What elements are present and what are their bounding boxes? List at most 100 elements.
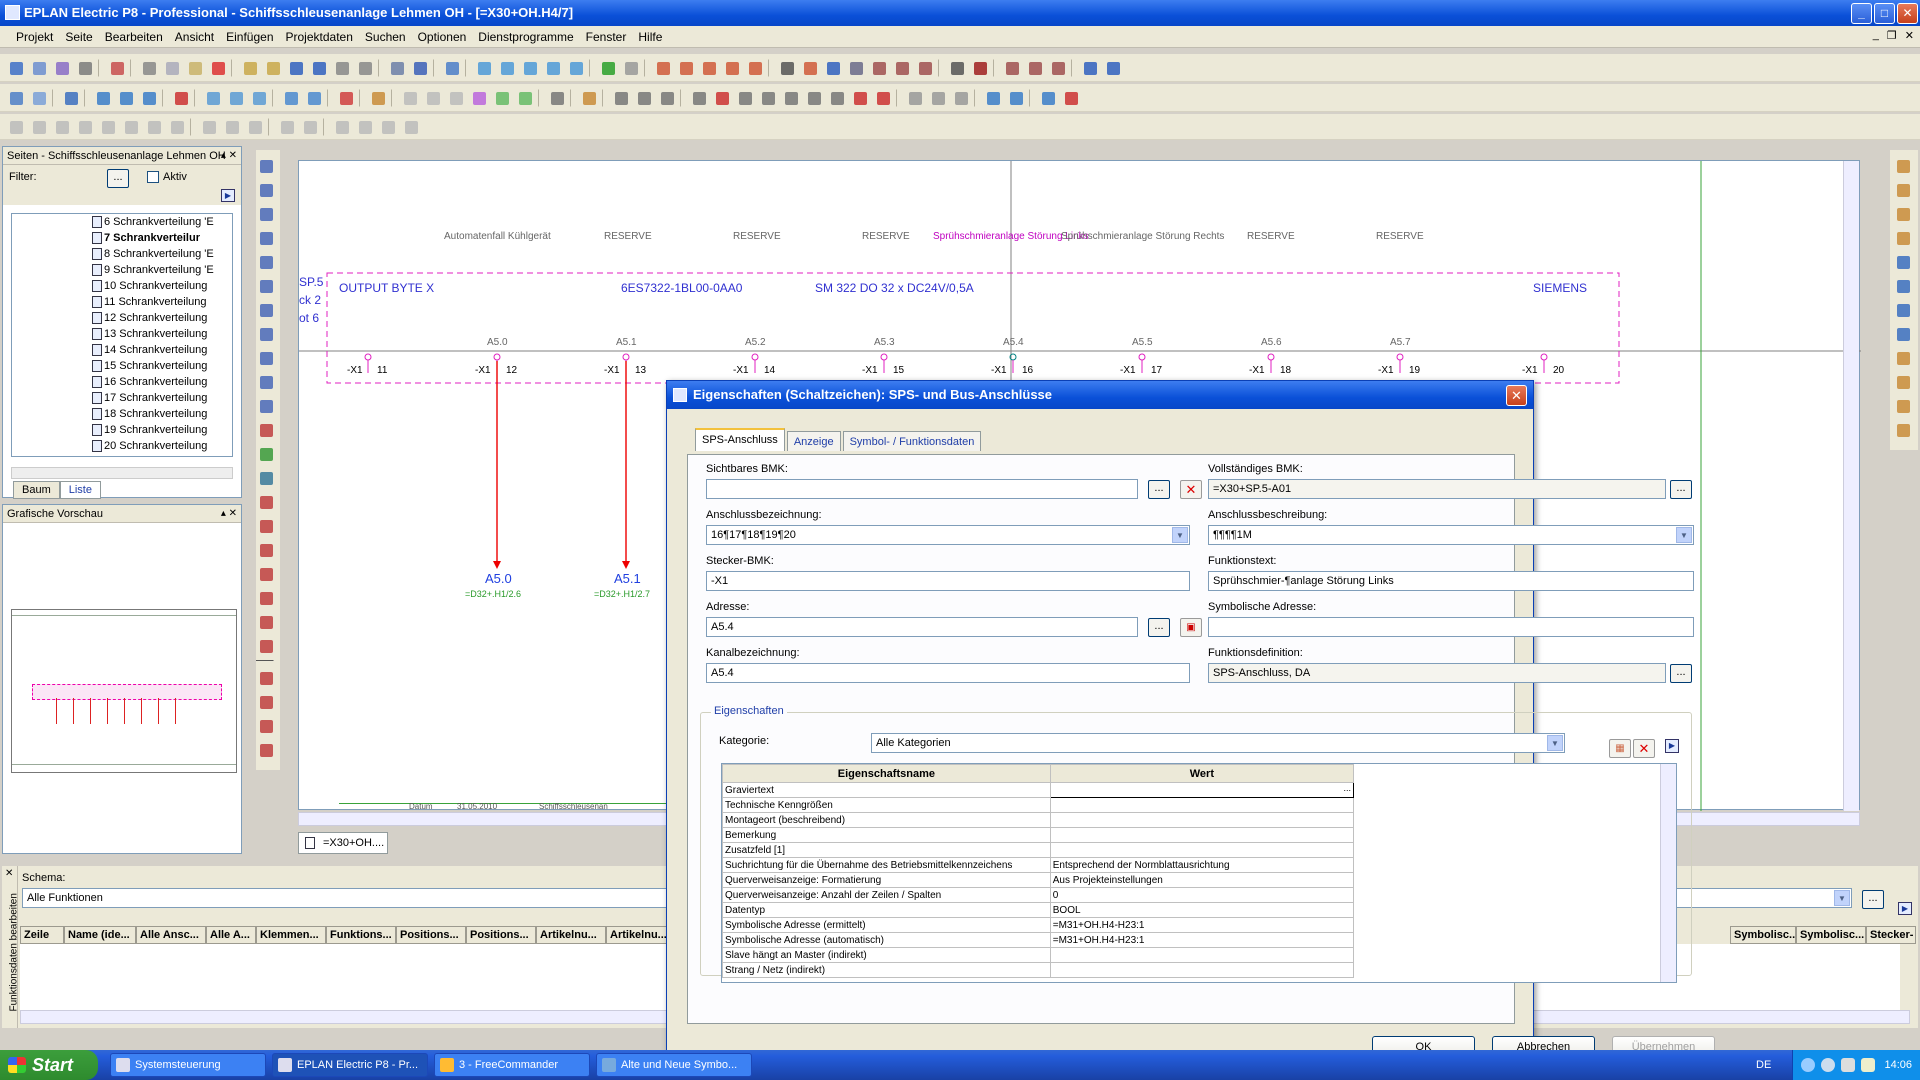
layout-g-icon[interactable] xyxy=(758,88,778,108)
maximize-button[interactable]: □ xyxy=(1874,3,1895,24)
table-row[interactable]: Datentyp BOOL xyxy=(722,902,1355,918)
graphic-editor-icon[interactable] xyxy=(410,58,430,78)
plc-address-icon[interactable]: ▣ xyxy=(1180,618,1202,637)
tab-baum[interactable]: Baum xyxy=(13,481,60,499)
adresse-button[interactable]: ... xyxy=(1148,618,1170,637)
layout-n-icon[interactable] xyxy=(928,88,948,108)
menu-optionen[interactable]: Optionen xyxy=(412,30,473,44)
properties-vscroll[interactable] xyxy=(1660,764,1676,982)
conn-c-icon[interactable] xyxy=(52,117,72,137)
conn-p-icon[interactable] xyxy=(378,117,398,137)
prop-value[interactable] xyxy=(1049,797,1355,813)
t-node-icon[interactable] xyxy=(256,668,276,688)
menu-bearbeiten[interactable]: Bearbeiten xyxy=(99,30,169,44)
polyline-icon[interactable] xyxy=(256,180,276,200)
plc-pin[interactable] xyxy=(622,353,630,361)
menu-hilfe[interactable]: Hilfe xyxy=(632,30,668,44)
ellipse-icon[interactable] xyxy=(256,372,276,392)
tree-page-10[interactable]: 10 Schrankverteilung xyxy=(12,278,232,294)
col-header[interactable]: Symbolisc... xyxy=(1730,926,1796,944)
page-preview-icon[interactable] xyxy=(29,88,49,108)
chevron-down-icon[interactable]: ▼ xyxy=(1172,527,1188,543)
number-c-icon[interactable] xyxy=(139,88,159,108)
table-row[interactable]: Suchrichtung für die Übernahme des Betri… xyxy=(722,857,1355,873)
forward-icon[interactable] xyxy=(621,58,641,78)
panel-pin-close[interactable]: ▴ ✕ xyxy=(221,147,237,165)
menu-projekt[interactable]: Projekt xyxy=(10,30,59,44)
conn-d-icon[interactable] xyxy=(75,117,95,137)
symbolische-adresse-field[interactable] xyxy=(1208,617,1694,637)
conn-g-icon[interactable] xyxy=(144,117,164,137)
dimension-b-icon[interactable] xyxy=(256,516,276,536)
plc-c-icon[interactable] xyxy=(249,88,269,108)
chevron-down-icon[interactable]: ▼ xyxy=(1547,735,1563,751)
tree-page-6[interactable]: 6 Schrankverteilung 'E xyxy=(12,214,232,230)
corner-c-icon[interactable] xyxy=(1893,204,1913,224)
task-freecommander[interactable]: 3 - FreeCommander xyxy=(434,1053,590,1077)
ortho-icon[interactable] xyxy=(823,58,843,78)
conn-m-icon[interactable] xyxy=(300,117,320,137)
table-row[interactable]: Graviertext... xyxy=(722,782,1355,798)
text-icon[interactable] xyxy=(256,420,276,440)
layout-o-icon[interactable] xyxy=(951,88,971,108)
conn-l-icon[interactable] xyxy=(277,117,297,137)
menu-projektdaten[interactable]: Projektdaten xyxy=(280,30,359,44)
angle-icon[interactable] xyxy=(256,636,276,656)
layout-e-icon[interactable] xyxy=(712,88,732,108)
template-f-icon[interactable] xyxy=(515,88,535,108)
tree-page-14[interactable]: 14 Schrankverteilung xyxy=(12,342,232,358)
mdi-minimize-button[interactable]: _ xyxy=(1873,29,1879,42)
layout-k-icon[interactable] xyxy=(850,88,870,108)
chevron-down-icon[interactable]: ▼ xyxy=(1834,890,1850,906)
anschlussbeschreibung-select[interactable]: ¶¶¶¶1M ▼ xyxy=(1208,525,1694,545)
layout-l-icon[interactable] xyxy=(873,88,893,108)
symbol-icon[interactable] xyxy=(892,58,912,78)
device-nav-icon[interactable] xyxy=(281,88,301,108)
layout-f-icon[interactable] xyxy=(735,88,755,108)
tree-page-9[interactable]: 9 Schrankverteilung 'E xyxy=(12,262,232,278)
sichtbares-bmk-field[interactable] xyxy=(706,479,1138,499)
menu-fenster[interactable]: Fenster xyxy=(580,30,633,44)
table-row[interactable]: Slave hängt an Master (indirekt) xyxy=(722,947,1355,963)
interruption-icon[interactable] xyxy=(256,740,276,760)
conn-n-icon[interactable] xyxy=(332,117,352,137)
conn-k-icon[interactable] xyxy=(245,117,265,137)
rectangle-icon[interactable] xyxy=(256,228,276,248)
copy-icon[interactable] xyxy=(162,58,182,78)
col-header[interactable]: Symbolisc... xyxy=(1796,926,1866,944)
redo-icon[interactable] xyxy=(332,58,352,78)
template-a-icon[interactable] xyxy=(400,88,420,108)
undo-list-icon[interactable] xyxy=(309,58,329,78)
t-junction-b-icon[interactable] xyxy=(1893,276,1913,296)
col-header[interactable]: Positions... xyxy=(466,926,536,944)
pages-hscroll[interactable] xyxy=(11,467,233,479)
template-c-icon[interactable] xyxy=(446,88,466,108)
layout-d-icon[interactable] xyxy=(689,88,709,108)
undo-icon[interactable] xyxy=(286,58,306,78)
zoom-in-icon[interactable] xyxy=(520,58,540,78)
layout-a-icon[interactable] xyxy=(611,88,631,108)
template-d-icon[interactable] xyxy=(469,88,489,108)
menu-seite[interactable]: Seite xyxy=(59,30,98,44)
zoom-out-icon[interactable] xyxy=(543,58,563,78)
dimension-c-icon[interactable] xyxy=(256,540,276,560)
t-junction-c-icon[interactable] xyxy=(1893,300,1913,320)
plug-icon[interactable] xyxy=(1025,58,1045,78)
template-b-icon[interactable] xyxy=(423,88,443,108)
print-icon[interactable] xyxy=(75,58,95,78)
prop-value[interactable] xyxy=(1049,947,1355,963)
panel-close-icon[interactable]: ✕ xyxy=(5,868,13,879)
menu-einfuegen[interactable]: Einfügen xyxy=(220,30,279,44)
schema-button[interactable]: ... xyxy=(1862,890,1884,909)
layout-h-icon[interactable] xyxy=(781,88,801,108)
clock[interactable]: 14:06 xyxy=(1884,1050,1912,1080)
conn-q-icon[interactable] xyxy=(401,117,421,137)
interrupt-a-icon[interactable] xyxy=(1893,396,1913,416)
arc-icon[interactable] xyxy=(256,300,276,320)
tree-page-7[interactable]: 7 Schrankverteilur xyxy=(12,230,232,246)
user-icon[interactable] xyxy=(61,88,81,108)
col-header[interactable]: Stecker- xyxy=(1866,926,1916,944)
prop-value[interactable]: =M31+OH.H4-H23:1 xyxy=(1049,917,1355,933)
plc-b-icon[interactable] xyxy=(226,88,246,108)
col-header[interactable]: Alle A... xyxy=(206,926,256,944)
